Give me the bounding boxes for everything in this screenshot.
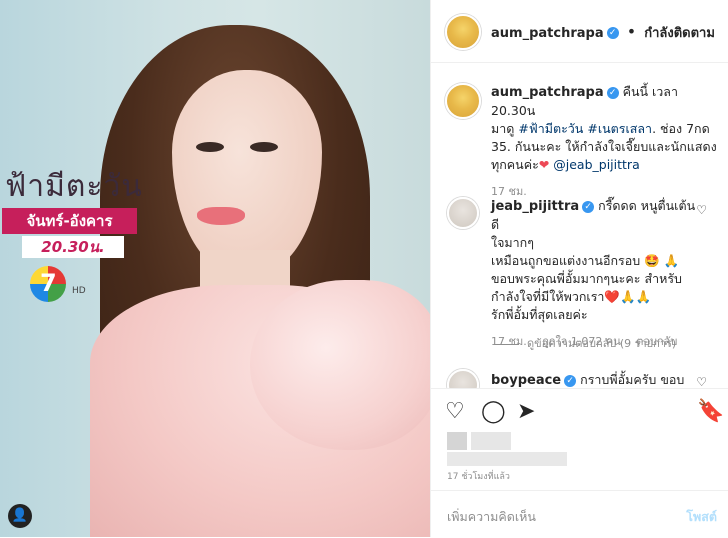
header-username[interactable]: aum_patchrapa: [491, 26, 604, 41]
commenter-avatar[interactable]: [447, 197, 479, 229]
bookmark-icon[interactable]: 🔖: [697, 399, 724, 424]
eye-left: [196, 142, 224, 152]
comment: jeab_pijittra ✓ กรี๊ดดด หนูตื่นเต้นดี ใจม…: [491, 197, 701, 350]
header-user: aum_patchrapa ✓ • กำลังติดตาม: [491, 22, 715, 43]
post-button[interactable]: โพสต์: [686, 507, 717, 527]
caption-text-5: ทุกคนค่ะ: [491, 157, 539, 172]
post-header: aum_patchrapa ✓ • กำลังติดตาม: [431, 0, 728, 63]
comment-line: กราบพี่อั้มครับ ขอบ: [580, 372, 685, 387]
comment-line: กำลังใจที่มีให้พวกเรา❤️🙏🙏: [491, 289, 652, 304]
caption-text-2: มาดู: [491, 121, 515, 136]
channel-hd: HD: [72, 286, 86, 296]
eye-right: [250, 142, 278, 152]
verified-icon: ✓: [564, 374, 577, 387]
view-replies-button[interactable]: ดูข้อความตอบกลับ (9 รายการ): [495, 334, 676, 352]
comment-like-icon[interactable]: ♡: [696, 203, 707, 217]
comment-line: เหมือนถูกขอแต่งงานอีกรอบ 🤩 🙏: [491, 253, 680, 268]
verified-icon: ✓: [606, 26, 619, 39]
time-banner: 20.30น.: [22, 236, 124, 258]
heart-emoji: ❤: [538, 157, 550, 172]
replies-line: [495, 343, 519, 345]
caption-text-4: 35. กันนะคะ ให้กำลังใจเจี๊ยบและนักแสดง: [491, 139, 717, 154]
show-title: ฟ้ามีตะวัน: [5, 169, 143, 204]
comment-input[interactable]: เพิ่มความคิดเห็น: [447, 507, 536, 527]
lips-shape: [197, 207, 245, 225]
caption: aum_patchrapa ✓ คืนนี้ เวลา 20.30น มาดู #…: [491, 83, 721, 200]
caption-text-3: . ช่อง 7กด: [652, 121, 710, 136]
hashtag-link[interactable]: #ฟ้ามีตะวัน: [518, 121, 583, 136]
blurred-text: [471, 432, 511, 450]
bow-shape: [250, 280, 430, 450]
channel-number: 7: [40, 269, 57, 297]
view-replies-label: ดูข้อความตอบกลับ (9 รายการ): [527, 337, 677, 350]
blurred-text: [447, 452, 567, 466]
comment-username[interactable]: jeab_pijittra: [491, 199, 579, 214]
following-button[interactable]: กำลังติดตาม: [644, 26, 715, 41]
comments-list[interactable]: aum_patchrapa ✓ คืนนี้ เวลา 20.30น มาดู #…: [431, 63, 728, 388]
comment-like-icon[interactable]: ♡: [696, 375, 707, 388]
comment-line: ขอบพระคุณพี่อั้มมากๆนะคะ สำหรับ: [491, 271, 682, 286]
comment-line: รักพี่อั้มที่สุดเลยค่ะ: [491, 307, 588, 322]
post-time[interactable]: 17 ชั่วโมงที่แล้ว: [447, 469, 510, 483]
add-comment-bar: เพิ่มความคิดเห็น โพสต์: [431, 490, 728, 538]
post-image[interactable]: ฟ้ามีตะวัน จันทร์-อังคาร 20.30น. 7 HD 👤: [0, 0, 430, 537]
post-sidebar: aum_patchrapa ✓ • กำลังติดตาม aum_patchra…: [430, 0, 728, 537]
hashtag-link[interactable]: #เนตรเสลา: [587, 121, 652, 136]
action-bar: ♡ ◯ ➤ 🔖: [431, 388, 728, 435]
share-icon[interactable]: ➤: [517, 399, 535, 424]
blurred-avatar: [447, 432, 467, 450]
author-avatar[interactable]: [445, 14, 481, 50]
comment-username[interactable]: boypeace: [491, 373, 561, 388]
days-banner: จันทร์-อังคาร: [2, 208, 137, 234]
comment-icon[interactable]: ◯: [481, 399, 506, 424]
comment: boypeace ✓ กราบพี่อั้มครับ ขอบ: [491, 371, 706, 388]
header-separator: •: [626, 22, 637, 41]
caption-username[interactable]: aum_patchrapa: [491, 85, 604, 100]
comment-line: ใจมากๆ: [491, 235, 534, 250]
caption-avatar[interactable]: [445, 83, 481, 119]
commenter-avatar[interactable]: [447, 369, 479, 388]
mention-link[interactable]: @jeab_pijittra: [553, 157, 639, 172]
verified-icon: ✓: [606, 86, 619, 99]
heart-icon[interactable]: ♡: [445, 399, 465, 424]
verified-icon: ✓: [582, 200, 595, 213]
tagged-user-icon[interactable]: 👤: [8, 504, 32, 528]
